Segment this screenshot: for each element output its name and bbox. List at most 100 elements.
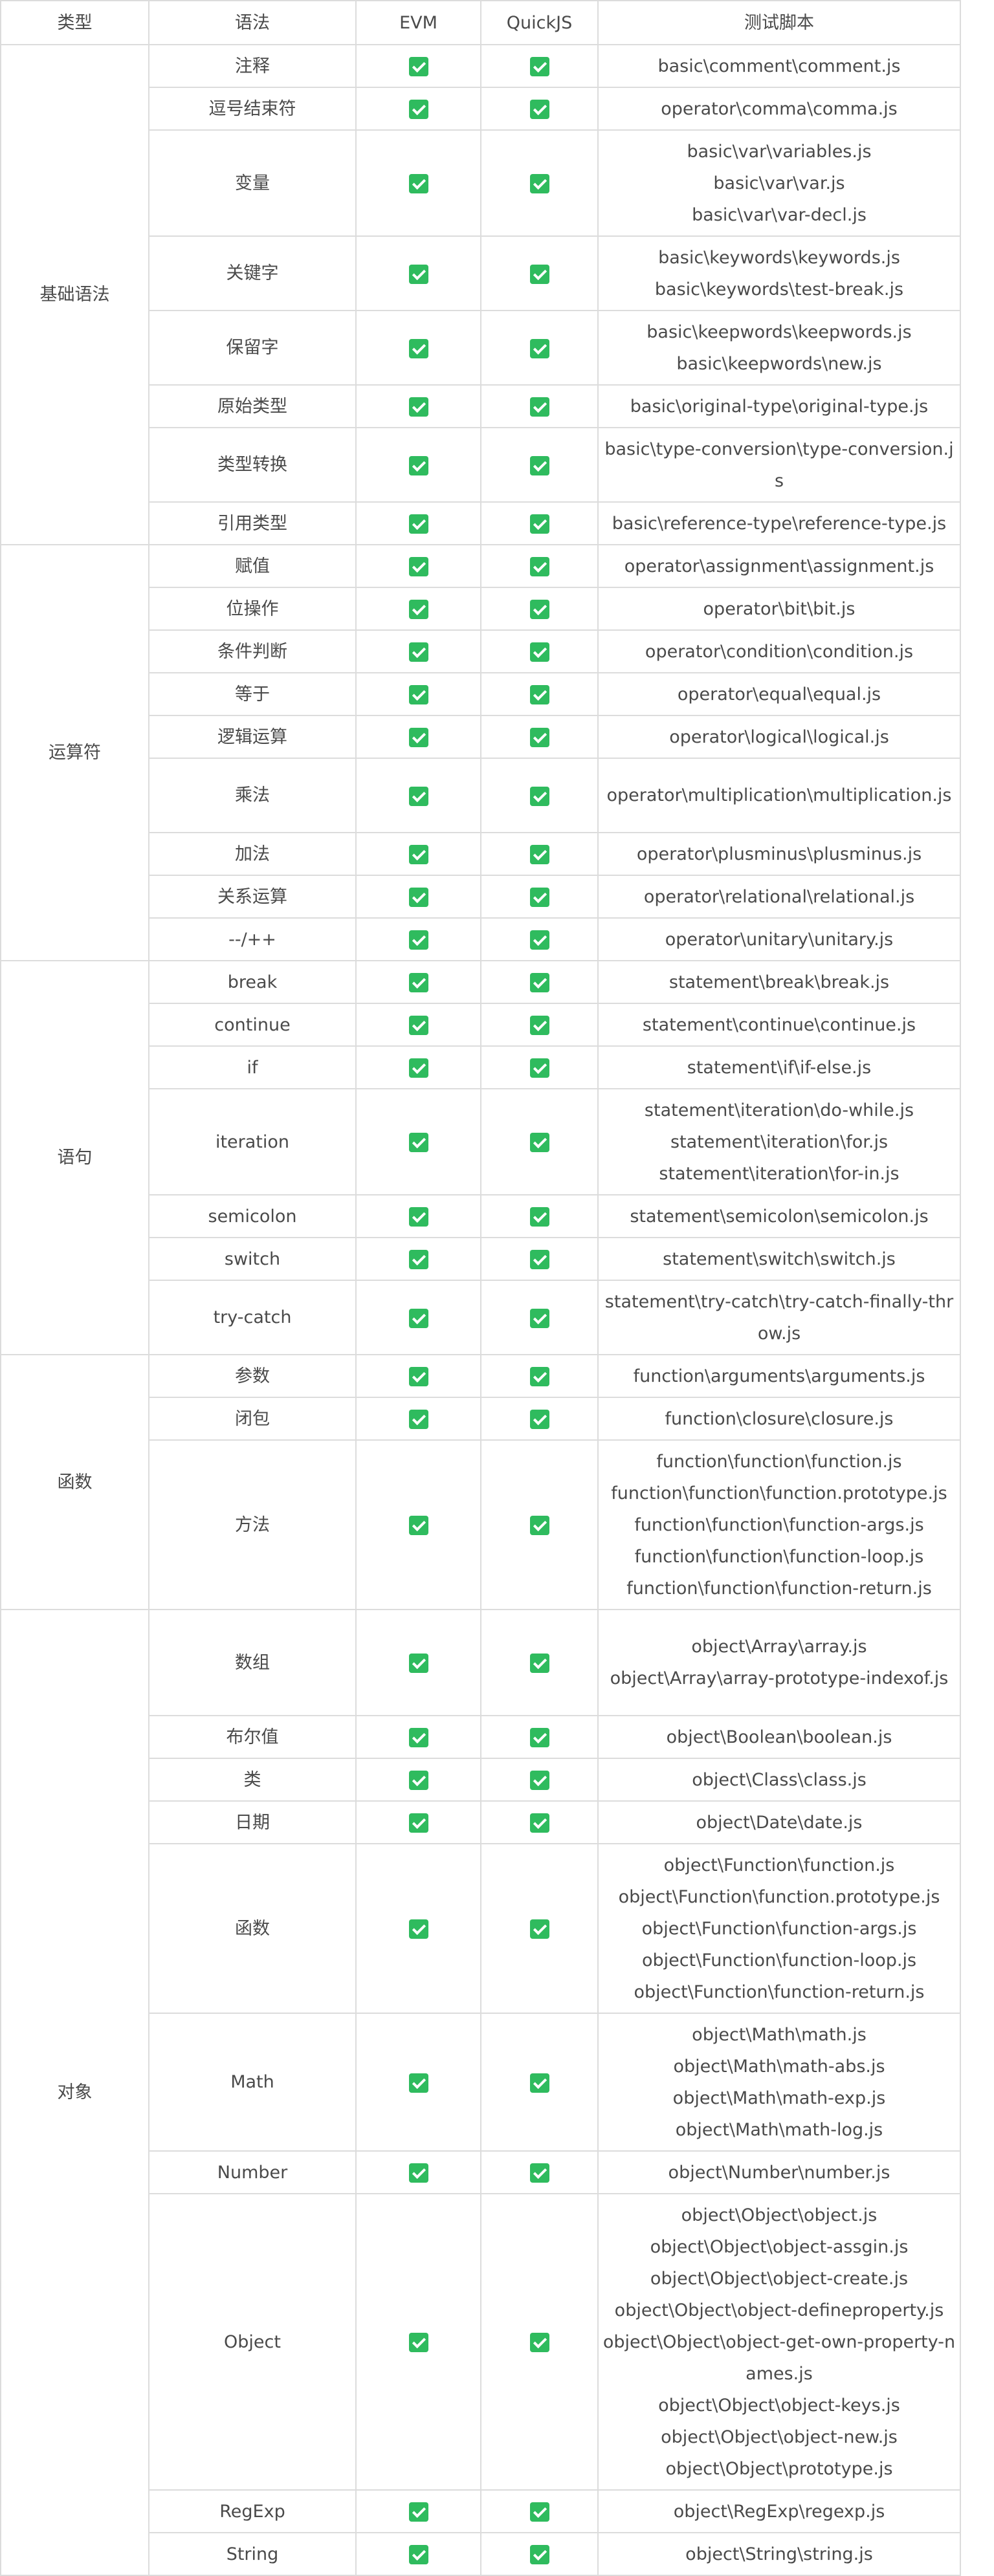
test-script-cell: operator\unitary\unitary.js	[597, 917, 961, 961]
table-row: 基础语法 注释 basic\comment\comment.js	[0, 44, 961, 545]
category-cell: 语句	[0, 960, 149, 1355]
check-icon	[529, 600, 549, 619]
evm-status-cell	[355, 384, 481, 428]
quickjs-status-cell	[480, 587, 599, 631]
check-icon	[408, 2073, 428, 2093]
evm-status-cell	[355, 2193, 481, 2491]
check-icon	[408, 1728, 428, 1747]
syntax-cell: 乘法	[148, 758, 357, 833]
check-icon	[529, 1771, 549, 1790]
quickjs-status-cell	[480, 427, 599, 503]
evm-status-cell	[355, 2150, 481, 2194]
evm-status-cell	[355, 960, 481, 1004]
check-icon	[408, 557, 428, 576]
test-script-path: basic\var\var.js	[713, 173, 845, 193]
check-icon	[408, 642, 428, 662]
syntax-cell: 变量	[148, 129, 357, 237]
test-script-path: object\Function\function.prototype.js	[618, 1886, 940, 1907]
check-icon	[529, 1207, 549, 1227]
test-script-path: object\Function\function-return.js	[634, 1981, 925, 2002]
test-script-cell: operator\logical\logical.js	[597, 715, 961, 759]
check-icon	[408, 1133, 428, 1152]
syntax-cell: 方法	[148, 1439, 357, 1610]
check-icon	[529, 685, 549, 704]
header-evm: EVM	[355, 0, 481, 45]
syntax-cell: 日期	[148, 1800, 357, 1844]
check-icon	[408, 2545, 428, 2564]
quickjs-status-cell	[480, 1715, 599, 1759]
syntax-cell: Object	[148, 2193, 357, 2491]
quickjs-status-cell	[480, 2532, 599, 2576]
check-icon	[529, 642, 549, 662]
check-icon	[408, 2333, 428, 2352]
test-script-path: statement\iteration\for-in.js	[659, 1163, 900, 1184]
evm-status-cell	[355, 587, 481, 631]
syntax-cell: semicolon	[148, 1194, 357, 1238]
check-icon	[408, 845, 428, 864]
evm-status-cell	[355, 758, 481, 833]
check-icon	[529, 264, 549, 284]
check-icon	[529, 557, 549, 576]
test-script-path: operator\relational\relational.js	[643, 886, 915, 907]
test-script-cell: operator\condition\condition.js	[597, 629, 961, 673]
test-script-path: function\arguments\arguments.js	[633, 1366, 925, 1386]
syntax-cell: switch	[148, 1237, 357, 1281]
test-script-path: function\closure\closure.js	[665, 1408, 894, 1429]
test-script-cell: function\arguments\arguments.js	[597, 1354, 961, 1398]
test-script-cell: object\RegExp\regexp.js	[597, 2489, 961, 2533]
header-quickjs: QuickJS	[480, 0, 599, 45]
syntax-cell: 条件判断	[148, 629, 357, 673]
syntax-cell: 闭包	[148, 1397, 357, 1441]
quickjs-status-cell	[480, 1045, 599, 1089]
test-script-cell: basic\reference-type\reference-type.js	[597, 501, 961, 545]
test-script-path: function\function\function.prototype.js	[611, 1483, 947, 1503]
quickjs-status-cell	[480, 1439, 599, 1610]
quickjs-status-cell	[480, 87, 599, 131]
check-icon	[529, 57, 549, 76]
test-script-cell: statement\if\if-else.js	[597, 1045, 961, 1089]
table-header: 类型 语法 EVM QuickJS 测试脚本	[0, 0, 961, 45]
check-icon	[529, 786, 549, 806]
syntax-cell: 数组	[148, 1609, 357, 1716]
test-script-path: object\Object\object-keys.js	[658, 2395, 900, 2416]
check-icon	[408, 1308, 428, 1328]
quickjs-status-cell	[480, 917, 599, 961]
test-script-path: basic\type-conversion\type-conversion.js	[604, 439, 954, 491]
test-script-path: statement\iteration\do-while.js	[644, 1100, 914, 1120]
test-script-path: statement\iteration\for.js	[670, 1131, 889, 1152]
test-script-path: function\function\function-return.js	[626, 1578, 932, 1599]
test-script-path: function\function\function-loop.js	[634, 1546, 924, 1567]
table-row: 对象 数组 object\Array\array.js object\Array\ar…	[0, 1609, 961, 2576]
check-icon	[408, 1410, 428, 1429]
quickjs-status-cell	[480, 1843, 599, 2014]
check-icon	[408, 1654, 428, 1673]
check-icon	[529, 1058, 549, 1078]
test-script-path: statement\try-catch\try-catch-finally-th…	[604, 1291, 954, 1344]
check-icon	[408, 600, 428, 619]
category-cell: 函数	[0, 1354, 149, 1610]
test-script-path: operator\unitary\unitary.js	[665, 929, 894, 950]
evm-status-cell	[355, 1397, 481, 1441]
evm-status-cell	[355, 2013, 481, 2152]
syntax-cell: 函数	[148, 1843, 357, 2014]
test-script-path: operator\plusminus\plusminus.js	[636, 844, 922, 864]
evm-status-cell	[355, 832, 481, 876]
test-script-cell: object\Boolean\boolean.js	[597, 1715, 961, 1759]
evm-status-cell	[355, 917, 481, 961]
test-script-path: object\Object\object-new.js	[661, 2427, 898, 2447]
syntax-cell: iteration	[148, 1088, 357, 1195]
test-script-cell: operator\assignment\assignment.js	[597, 544, 961, 588]
check-icon	[529, 338, 549, 358]
syntax-cell: if	[148, 1045, 357, 1089]
table-body: 基础语法 注释 basic\comment\comment.js 逗号结束符 opera…	[0, 44, 961, 2576]
test-script-path: object\Math\math.js	[692, 2024, 867, 2045]
check-icon	[408, 455, 428, 475]
syntax-cell: Math	[148, 2013, 357, 2152]
evm-status-cell	[355, 1715, 481, 1759]
check-icon	[408, 1516, 428, 1535]
evm-status-cell	[355, 129, 481, 237]
check-icon	[529, 1016, 549, 1035]
quickjs-status-cell	[480, 235, 599, 311]
check-icon	[408, 338, 428, 358]
evm-status-cell	[355, 875, 481, 919]
